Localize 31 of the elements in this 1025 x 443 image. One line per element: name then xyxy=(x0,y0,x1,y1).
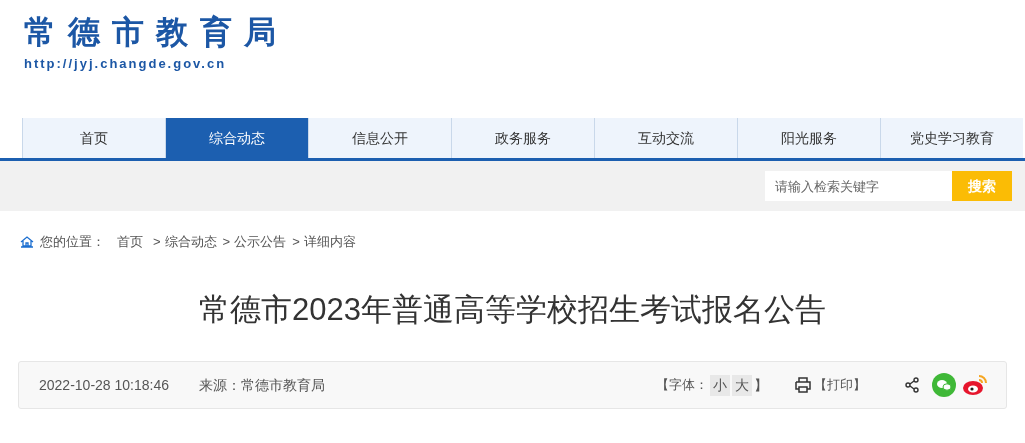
print-link[interactable]: 【打印】 xyxy=(814,375,866,395)
breadcrumb-separator: > xyxy=(153,233,161,252)
chat-icon[interactable] xyxy=(932,373,956,397)
font-size-bracket: 】 xyxy=(754,375,768,395)
home-icon xyxy=(20,236,34,248)
weibo-icon[interactable] xyxy=(962,373,988,397)
nav-tab[interactable]: 互动交流 xyxy=(594,118,737,158)
nav-tab[interactable]: 阳光服务 xyxy=(737,118,880,158)
nav-tab[interactable]: 综合动态 xyxy=(165,118,308,158)
share-icon[interactable] xyxy=(904,377,920,393)
font-size-label: 【字体： xyxy=(656,376,708,395)
site-title: 常德市教育局 xyxy=(24,13,289,52)
nav-tab[interactable]: 政务服务 xyxy=(451,118,594,158)
breadcrumb-link[interactable]: 综合动态 xyxy=(164,232,217,252)
search-field[interactable]: 请输入检索关键字 xyxy=(765,171,952,201)
breadcrumb-link[interactable]: 公示公告 xyxy=(234,232,287,252)
publish-date: 2022-10-28 10:18:46 xyxy=(39,375,169,395)
breadcrumb-link[interactable]: 首页 xyxy=(117,232,143,252)
font-size-button[interactable]: 小 xyxy=(710,374,730,396)
font-size-button[interactable]: 大 xyxy=(732,374,752,396)
nav-tab[interactable]: 党史学习教育 xyxy=(880,118,1023,158)
breadcrumb-separator: > xyxy=(222,233,231,252)
nav-tab[interactable]: 信息公开 xyxy=(308,118,451,158)
location-label: 您的位置： xyxy=(40,233,105,252)
site-url: http://jyj.changde.gov.cn xyxy=(24,55,228,73)
breadcrumb-link[interactable]: 详细内容 xyxy=(303,232,356,252)
breadcrumb-separator: > xyxy=(292,233,300,252)
article-title: 常德市2023年普通高等学校招生考试报名公告 xyxy=(199,291,826,329)
nav-tab[interactable]: 首页 xyxy=(22,118,165,158)
printer-icon[interactable] xyxy=(794,377,812,393)
source-text: 来源：常德市教育局 xyxy=(199,375,325,395)
